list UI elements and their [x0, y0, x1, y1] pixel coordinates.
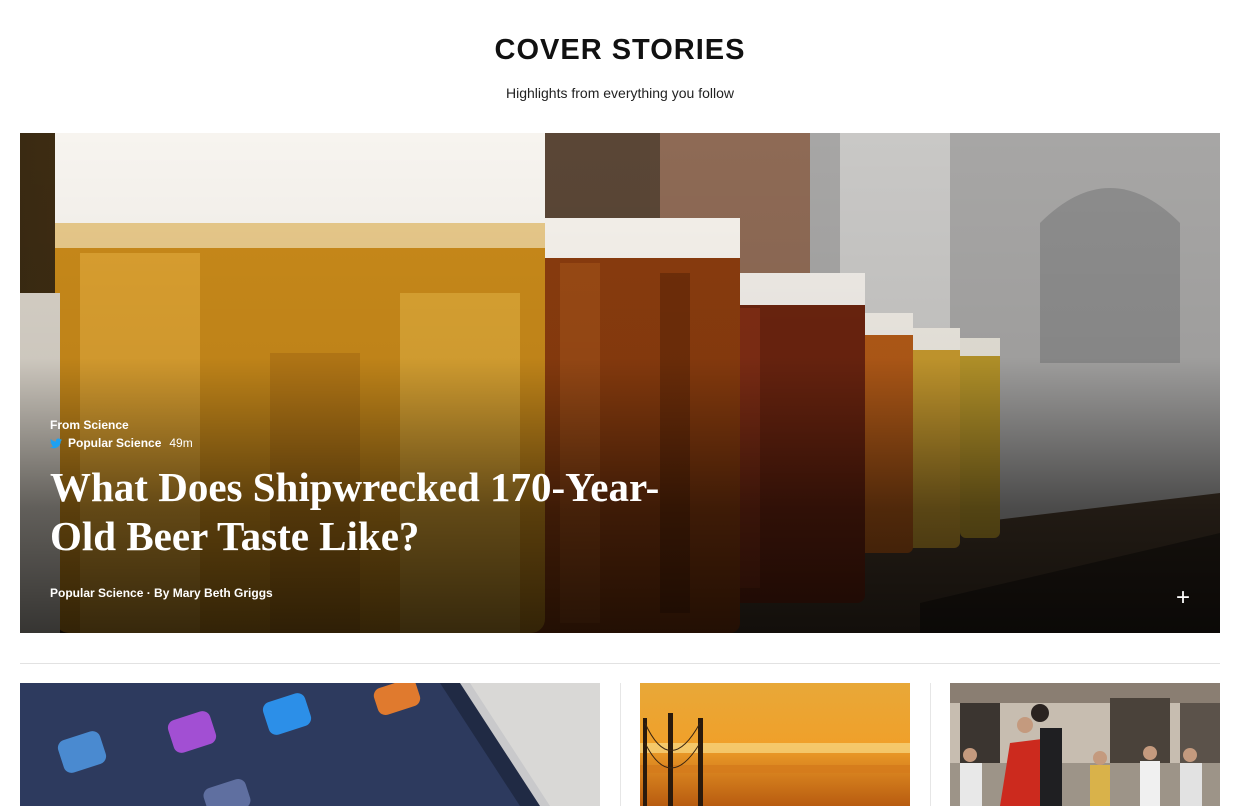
hero-story-card[interactable]: From Science Popular Science 49m What Do… — [20, 133, 1220, 633]
hero-byline: Popular Science · By Mary Beth Griggs — [50, 586, 273, 600]
story-card[interactable] — [20, 683, 600, 806]
hero-origin[interactable]: Popular Science 49m — [50, 436, 193, 450]
hero-origin-name: Popular Science — [68, 436, 162, 450]
page-subtitle: Highlights from everything you follow — [506, 85, 734, 101]
section-divider — [20, 663, 1220, 664]
page-title: COVER STORIES — [494, 34, 746, 66]
card-divider — [620, 683, 621, 806]
card-divider — [930, 683, 931, 806]
twitter-icon — [50, 438, 62, 448]
hero-timestamp: 49m — [169, 436, 193, 450]
street-dancers-photo — [950, 683, 1220, 806]
story-card[interactable] — [640, 683, 910, 806]
sunset-bridge-photo — [640, 683, 910, 806]
story-card[interactable] — [950, 683, 1220, 806]
hero-headline[interactable]: What Does Shipwrecked 170-Year-Old Beer … — [50, 463, 690, 561]
add-story-button[interactable]: + — [1172, 586, 1194, 610]
tablet-apps-photo — [20, 683, 600, 806]
hero-source-label[interactable]: From Science — [50, 418, 129, 432]
